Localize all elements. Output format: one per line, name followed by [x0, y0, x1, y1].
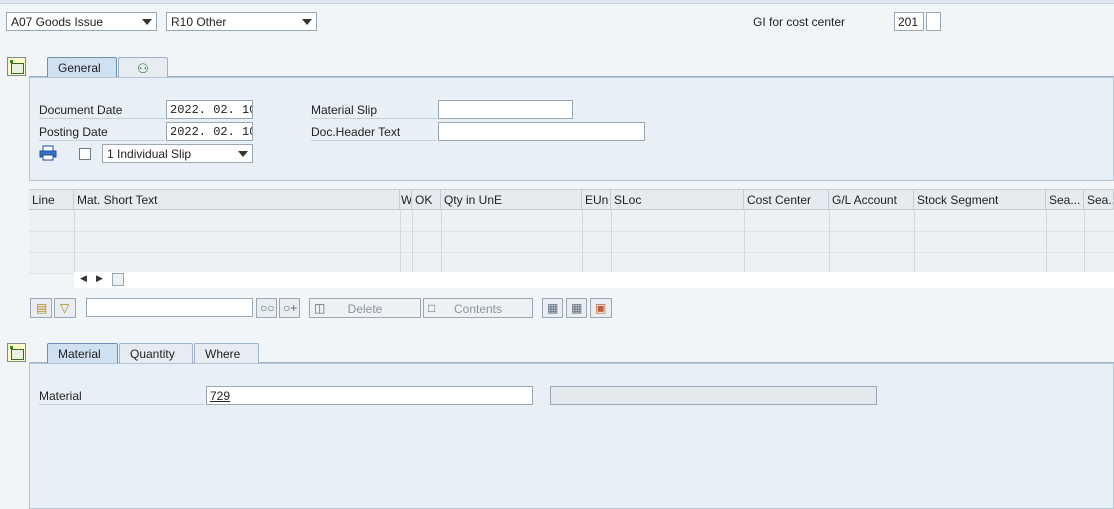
select-all-icon: ▤	[36, 301, 48, 315]
tab-general-label: General	[58, 61, 101, 75]
material-panel	[29, 363, 1114, 509]
tab-material-label: Material	[58, 347, 101, 361]
binoculars-next-icon: ○+	[283, 301, 298, 315]
document-icon: □	[428, 301, 436, 315]
deselect-all-icon: ▽	[60, 301, 70, 315]
trash-icon: ◫	[314, 301, 326, 315]
gi-cost-center-input[interactable]: 201	[894, 12, 924, 31]
doc-header-text-label: Doc.Header Text	[311, 125, 436, 141]
col-mat-short-text[interactable]: Mat. Short Text	[74, 190, 400, 210]
find-button[interactable]: ○○	[256, 298, 277, 318]
table-row[interactable]	[29, 253, 1114, 274]
transaction-select-value: A07 Goods Issue	[11, 15, 104, 29]
document-date-input[interactable]: 2022. 02. 10	[166, 100, 253, 119]
scroll-right-icon[interactable]: ▶	[96, 273, 103, 284]
printer-icon[interactable]	[39, 145, 57, 161]
top-border	[0, 0, 1114, 4]
grid-search-input[interactable]	[86, 298, 253, 317]
select-all-button[interactable]: ▤	[30, 298, 52, 318]
material-label: Material	[39, 389, 204, 405]
col-sloc[interactable]: SLoc	[611, 190, 744, 210]
gi-cost-center-label: GI for cost center	[753, 15, 846, 29]
contents-button[interactable]: □ Contents	[423, 298, 533, 318]
movement-select-value: R10 Other	[171, 15, 227, 29]
hierarchy-icon: ▦	[571, 301, 583, 315]
transaction-select[interactable]: A07 Goods Issue	[6, 12, 157, 31]
tab-general[interactable]: General	[47, 57, 117, 77]
document-date-label: Document Date	[39, 103, 164, 119]
tab-partner[interactable]: ⚇	[118, 57, 168, 77]
grid-divider	[914, 210, 915, 273]
items-grid: Line Mat. Short Text W OK Qty in UnE EUn…	[29, 189, 1114, 274]
hierarchy-button[interactable]: ▦	[566, 298, 587, 318]
tab-where[interactable]: Where	[194, 343, 259, 363]
doc-header-text-input[interactable]	[438, 122, 645, 141]
col-eun[interactable]: EUn	[582, 190, 611, 210]
col-sea-2[interactable]: Sea...	[1084, 190, 1114, 210]
grid-divider	[1084, 210, 1085, 273]
posting-date-input[interactable]: 2022. 02. 10	[166, 122, 253, 141]
horizontal-scrollbar[interactable]: ◀ ▶	[74, 272, 1114, 288]
tab-quantity-label: Quantity	[130, 347, 175, 361]
col-qty-in-une[interactable]: Qty in UnE	[441, 190, 582, 210]
contents-label: Contents	[453, 302, 503, 316]
print-option-select[interactable]: 1 Individual Slip	[102, 144, 253, 163]
grid-divider	[582, 210, 583, 273]
stock-icon: ▣	[595, 301, 607, 315]
tab-material[interactable]: Material	[47, 343, 118, 363]
print-option-value: 1 Individual Slip	[107, 147, 192, 161]
find-next-button[interactable]: ○+	[279, 298, 300, 318]
grid-divider	[1046, 210, 1047, 273]
expand-icon: ▦	[547, 301, 559, 315]
delete-button[interactable]: ◫ Delete	[309, 298, 421, 318]
material-slip-label: Material Slip	[311, 103, 436, 119]
col-cost-center[interactable]: Cost Center	[744, 190, 829, 210]
grid-divider	[829, 210, 830, 273]
movement-select[interactable]: R10 Other	[166, 12, 317, 31]
grid-divider	[744, 210, 745, 273]
deselect-all-button[interactable]: ▽	[54, 298, 76, 318]
material-slip-input[interactable]	[438, 100, 573, 119]
grid-divider	[400, 210, 401, 273]
grid-divider	[412, 210, 413, 273]
grid-divider	[441, 210, 442, 273]
material-input[interactable]: 729	[206, 386, 533, 405]
chevron-down-icon[interactable]	[238, 151, 248, 157]
table-row[interactable]	[29, 232, 1114, 253]
material-description-field	[550, 386, 877, 405]
chevron-down-icon[interactable]	[302, 19, 312, 25]
posting-date-label: Posting Date	[39, 125, 164, 141]
col-w[interactable]: W	[400, 190, 412, 210]
scroll-thumb[interactable]	[112, 273, 124, 286]
table-row[interactable]	[29, 211, 1114, 232]
col-gl-account[interactable]: G/L Account	[829, 190, 914, 210]
print-checkbox[interactable]	[79, 148, 91, 160]
col-ok[interactable]: OK	[412, 190, 441, 210]
stock-overview-button[interactable]: ▣	[590, 298, 612, 318]
grid-divider	[611, 210, 612, 273]
gi-extra-input[interactable]	[926, 12, 941, 31]
tab-quantity[interactable]: Quantity	[119, 343, 193, 363]
expand-header-icon[interactable]	[7, 57, 26, 76]
partner-icon: ⚇	[137, 61, 149, 76]
grid-divider	[74, 210, 75, 273]
col-stock-segment[interactable]: Stock Segment	[914, 190, 1046, 210]
chevron-down-icon[interactable]	[142, 19, 152, 25]
col-line[interactable]: Line	[29, 190, 74, 210]
col-sea-1[interactable]: Sea...	[1046, 190, 1084, 210]
scroll-left-icon[interactable]: ◀	[80, 273, 87, 284]
grid-header: Line Mat. Short Text W OK Qty in UnE EUn…	[29, 190, 1114, 210]
binoculars-icon: ○○	[260, 301, 275, 315]
delete-label: Delete	[347, 302, 383, 316]
tab-where-label: Where	[205, 347, 241, 361]
expand-detail-icon[interactable]	[7, 343, 26, 362]
expand-button[interactable]: ▦	[542, 298, 563, 318]
